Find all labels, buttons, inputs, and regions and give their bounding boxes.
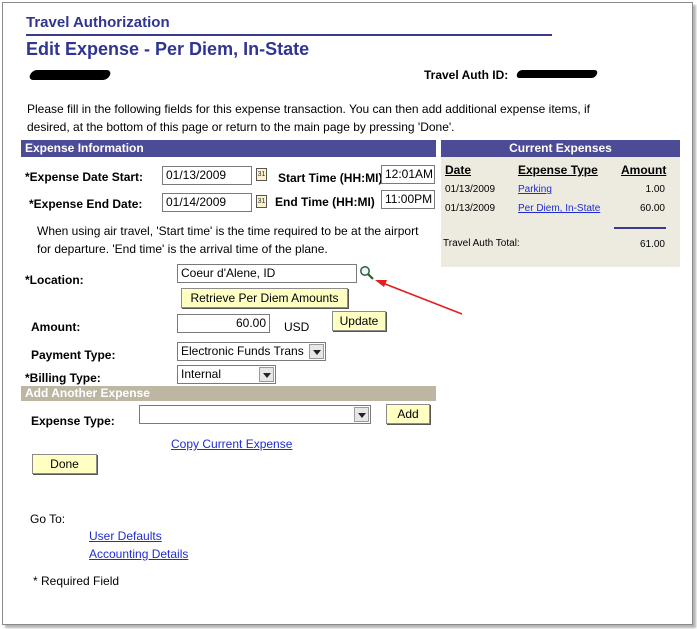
billing-type-select[interactable]: Internal (177, 365, 276, 384)
goto-label: Go To: (30, 512, 66, 526)
row-1-date: 01/13/2009 (445, 184, 496, 195)
column-header-expense-type: Expense Type (518, 163, 598, 177)
chevron-down-icon[interactable] (309, 344, 324, 359)
row-1-amount: 1.00 (645, 184, 665, 195)
accounting-details-link[interactable]: Accounting Details (89, 547, 188, 561)
payment-type-label: Payment Type: (31, 348, 116, 362)
copy-current-expense-link[interactable]: Copy Current Expense (171, 437, 292, 451)
calendar-icon[interactable]: 31 (256, 168, 267, 181)
end-time-input[interactable]: 11:00PM (381, 190, 435, 209)
amount-input[interactable]: 60.00 (177, 314, 270, 333)
billing-type-value: Internal (181, 367, 222, 381)
location-label: *Location: (25, 273, 84, 287)
column-header-date: Date (445, 163, 472, 177)
redacted-auth-id (515, 70, 599, 78)
chevron-down-icon[interactable] (354, 407, 369, 422)
start-time-input[interactable]: 12:01AM (381, 165, 435, 184)
air-travel-note-line1: When using air travel, 'Start time' is t… (37, 224, 419, 238)
chevron-down-icon[interactable] (259, 367, 274, 382)
required-field-note: * Required Field (33, 574, 120, 588)
payment-type-select[interactable]: Electronic Funds Trans (177, 342, 326, 361)
add-expense-button[interactable]: Add (386, 404, 430, 424)
calendar-icon[interactable]: 31 (256, 195, 267, 208)
user-defaults-link[interactable]: User Defaults (89, 529, 162, 543)
done-button[interactable]: Done (32, 454, 97, 474)
instructions-text: Please fill in the following fields for … (27, 102, 591, 134)
location-input[interactable]: Coeur d'Alene, ID (177, 264, 357, 283)
payment-type-value: Electronic Funds Trans (181, 344, 304, 358)
expense-end-date-input[interactable]: 01/14/2009 (162, 193, 252, 212)
redacted-name (28, 70, 112, 80)
expense-date-start-label: *Expense Date Start: (25, 170, 144, 184)
currency-code: USD (284, 320, 310, 334)
expense-information-header: Expense Information (21, 140, 436, 157)
update-button[interactable]: Update (332, 311, 386, 331)
amount-label: Amount: (31, 320, 81, 334)
expense-date-start-input[interactable]: 01/13/2009 (162, 166, 252, 185)
add-another-expense-header: Add Another Expense (21, 386, 436, 401)
total-divider (614, 227, 666, 229)
retrieve-per-diem-button[interactable]: Retrieve Per Diem Amounts (181, 288, 348, 308)
expense-end-date-label: *Expense End Date: (29, 197, 143, 211)
total-label: Travel Auth Total: (443, 238, 520, 249)
annotation-arrow (372, 272, 472, 322)
row-2-date: 01/13/2009 (445, 203, 496, 214)
start-time-label: Start Time (HH:MI) (278, 171, 383, 185)
page-subtitle: Edit Expense - Per Diem, In-State (26, 39, 310, 59)
column-header-amount: Amount (621, 163, 667, 177)
end-time-label: End Time (HH:MI) (275, 195, 375, 209)
row-1-type-link[interactable]: Parking (518, 184, 552, 195)
page-title: Travel Authorization (26, 14, 170, 31)
expense-type-select[interactable] (139, 405, 371, 424)
expense-type-label: Expense Type: (31, 414, 115, 428)
auth-id-label: Travel Auth ID: (424, 68, 509, 82)
total-value: 61.00 (639, 239, 665, 250)
billing-type-label: *Billing Type: (25, 371, 101, 385)
row-2-amount: 60.00 (639, 203, 665, 214)
air-travel-note-line2: for departure. 'End time' is the arrival… (37, 242, 328, 256)
current-expenses-header: Current Expenses (441, 140, 680, 157)
row-2-type-link[interactable]: Per Diem, In-State (518, 203, 600, 214)
